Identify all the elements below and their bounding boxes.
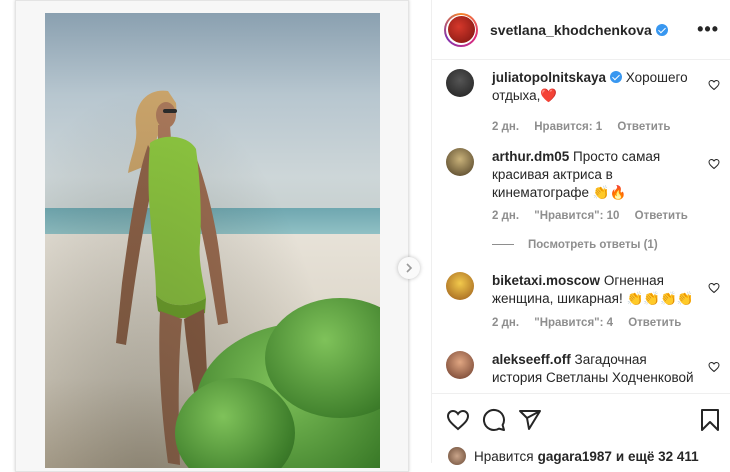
commenter-avatar[interactable] (446, 272, 474, 300)
reply-button[interactable]: Ответить (628, 317, 681, 329)
comment-likes-count[interactable]: "Нравится": 10 (534, 210, 619, 222)
likes-prefix: Нравится (474, 448, 534, 464)
view-replies-label: Посмотреть ответы (1) (528, 239, 658, 251)
commenter-avatar[interactable] (446, 148, 474, 176)
comment-time: 2 дн. (492, 210, 520, 222)
comment-meta: 2 дн. "Нравится": 10 Ответить (492, 210, 700, 222)
post-photo (45, 13, 380, 468)
bookmark-icon[interactable] (700, 408, 720, 432)
heart-icon[interactable] (446, 408, 470, 432)
replies-divider (492, 244, 514, 246)
likes-count[interactable]: и ещё 32 411 (616, 449, 699, 464)
post-actions: Нравится gagara1987 и ещё 32 411 (432, 393, 730, 465)
comment-like-heart-icon[interactable] (708, 79, 720, 91)
author-username[interactable]: svetlana_khodchenkova (490, 22, 668, 38)
liker-avatar (448, 447, 466, 465)
more-options-button[interactable]: ••• (697, 19, 719, 40)
likes-summary[interactable]: Нравится gagara1987 и ещё 32 411 (448, 447, 699, 465)
comment-username[interactable]: juliatopolnitskaya (492, 70, 606, 85)
comment-icon[interactable] (482, 408, 506, 432)
liker-username[interactable]: gagara1987 (538, 449, 612, 464)
verified-badge-icon (610, 71, 623, 83)
comment-text: biketaxi.moscow Огненная женщина, шикарн… (492, 272, 700, 308)
view-replies-button[interactable]: Посмотреть ответы (1) (492, 239, 658, 251)
comment-username[interactable]: biketaxi.moscow (492, 273, 600, 288)
reply-button[interactable]: Ответить (635, 210, 688, 222)
comment-like-heart-icon[interactable] (708, 282, 720, 294)
comment-likes-count[interactable]: "Нравится": 4 (534, 317, 613, 329)
next-photo-button[interactable] (398, 257, 420, 279)
comment-meta: 2 дн. Нравится: 1 Ответить (492, 121, 682, 133)
post-header: svetlana_khodchenkova ••• (432, 0, 730, 60)
chevron-right-icon (406, 263, 413, 273)
comment-time: 2 дн. (492, 317, 520, 329)
share-icon[interactable] (518, 408, 542, 432)
author-avatar[interactable] (444, 12, 478, 47)
verified-badge-icon (655, 23, 668, 36)
comment-username[interactable]: alekseeff.off (492, 352, 571, 367)
comment-username[interactable]: arthur.dm05 (492, 149, 569, 164)
commenter-avatar[interactable] (446, 69, 474, 97)
comment-text: arthur.dm05 Просто самая красивая актрис… (492, 148, 700, 202)
comment-text: alekseeff.off Загадочная история Светлан… (492, 351, 700, 387)
comment-time: 2 дн. (492, 121, 520, 133)
post-sidebar: svetlana_khodchenkova ••• juliatopolnits… (431, 0, 730, 465)
comment-meta: 2 дн. "Нравится": 4 Ответить (492, 317, 693, 329)
post-media[interactable] (0, 0, 430, 472)
polaroid-frame (15, 0, 409, 472)
comment-likes-count[interactable]: Нравится: 1 (534, 121, 602, 133)
reply-button[interactable]: Ответить (617, 121, 670, 133)
comment-text: juliatopolnitskaya Хорошего отдыха,❤️ (492, 69, 700, 105)
comment-like-heart-icon[interactable] (708, 158, 720, 170)
comment-like-heart-icon[interactable] (708, 361, 720, 373)
commenter-avatar[interactable] (446, 351, 474, 379)
comments-list: juliatopolnitskaya Хорошего отдыха,❤️ 2 … (432, 61, 730, 391)
